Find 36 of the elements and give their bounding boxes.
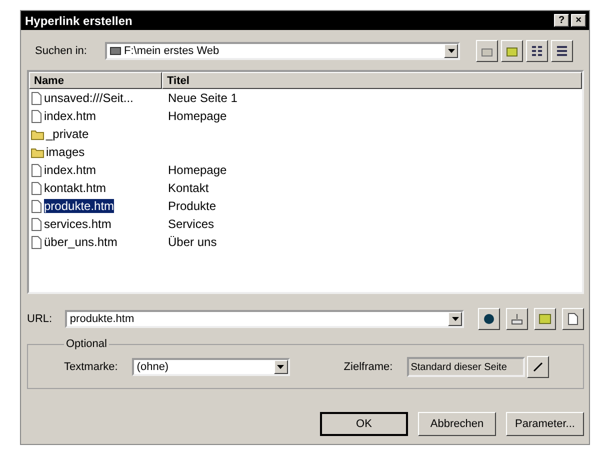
bookmark-label: Textmarke:	[64, 361, 118, 373]
close-button[interactable]: ×	[571, 14, 586, 27]
column-header[interactable]: Name	[29, 72, 162, 89]
file-title: Kontakt	[167, 181, 209, 195]
file-name[interactable]: über_uns.htm	[44, 235, 118, 249]
look-in-dropdown[interactable]: F:\mein erstes Web	[105, 42, 460, 60]
help-button[interactable]: ?	[554, 14, 569, 27]
url-label: URL:	[27, 313, 54, 325]
file-name[interactable]: produkte.htm	[44, 199, 114, 213]
bookmark-dropdown[interactable]: (ohne)	[132, 358, 290, 376]
file-title: Produkte	[167, 199, 216, 213]
file-title: Neue Seite 1	[167, 91, 238, 105]
file-name[interactable]: kontakt.htm	[44, 181, 106, 195]
file-title: Homepage	[167, 109, 227, 123]
window-title: Hyperlink erstellen	[25, 14, 132, 28]
url-value: produkte.htm	[70, 313, 134, 325]
cancel-button[interactable]: Abbrechen	[418, 412, 496, 436]
file-name[interactable]: _private	[46, 127, 89, 141]
ok-button[interactable]: OK	[320, 412, 408, 436]
frame-label: Zielframe:	[344, 361, 393, 373]
column-header[interactable]: Titel	[162, 72, 582, 89]
parameters-button[interactable]: Parameter...	[506, 412, 584, 436]
file-title: Services	[167, 217, 214, 231]
file-name[interactable]: index.htm	[44, 109, 96, 123]
file-name[interactable]: index.htm	[44, 163, 96, 177]
file-title: Homepage	[167, 163, 227, 177]
group-legend: Optional	[64, 338, 109, 350]
look-in-label: Suchen in:	[35, 45, 88, 57]
file-name[interactable]: images	[46, 145, 85, 159]
bookmark-value: (ohne)	[136, 361, 169, 373]
file-title: Über uns	[167, 235, 217, 249]
url-field[interactable]: produkte.htm	[64, 310, 464, 328]
file-name[interactable]: services.htm	[44, 217, 112, 231]
look-in-value: F:\mein erstes Web	[124, 45, 220, 57]
file-name[interactable]: unsaved:///Seit...	[44, 91, 134, 105]
frame-value: Standard dieser Seite	[410, 362, 507, 372]
